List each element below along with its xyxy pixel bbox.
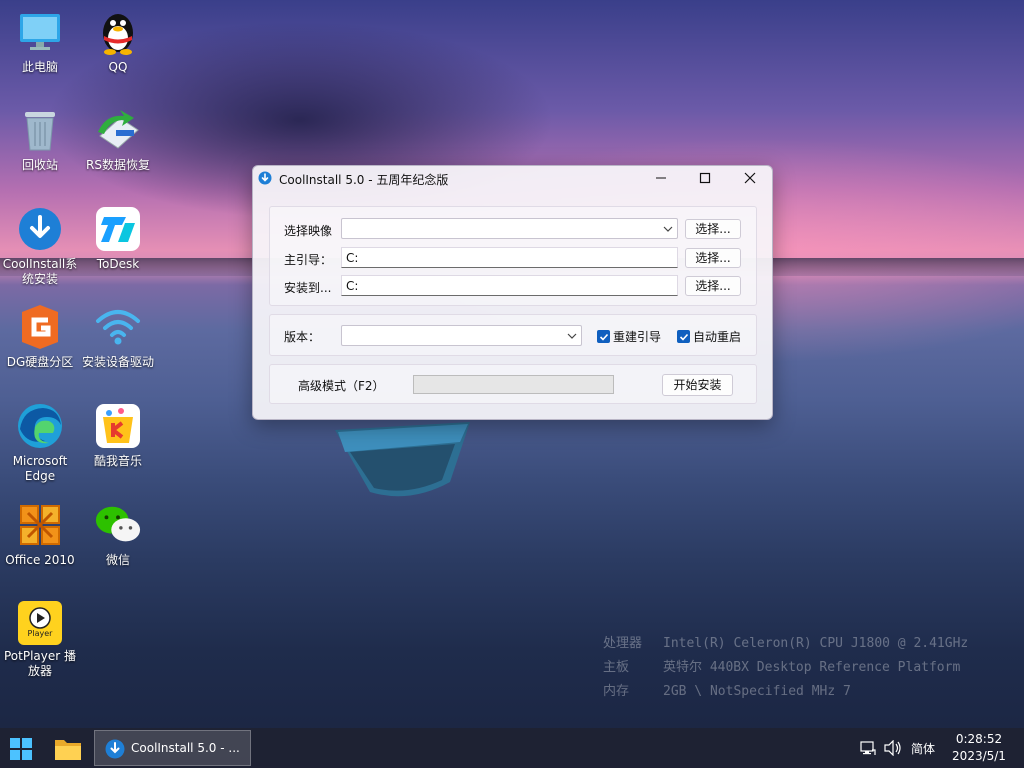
taskbar-coolinstall-button[interactable]: CoolInstall 5.0 - ... [94, 730, 251, 766]
edition-select[interactable] [341, 325, 582, 346]
desktop-icon-label: PotPlayer 播放器 [3, 649, 76, 678]
qq-penguin-icon [94, 8, 142, 56]
desktop-icon-label: DG硬盘分区 [6, 355, 74, 369]
network-icon[interactable] [860, 740, 876, 756]
auto-restart-label[interactable]: 自动重启 [693, 328, 741, 345]
sysinfo-memory-row: 内存 2GB \ NotSpecified MHz 7 [603, 684, 851, 699]
desktop-icon-label: RS数据恢复 [86, 158, 150, 172]
office-icon [16, 501, 64, 549]
desktop-icon-dg-partition[interactable]: DG硬盘分区 [0, 303, 80, 370]
sysinfo-cpu-row: 处理器 Intel(R) Celeron(R) CPU J1800 @ 2.41G… [603, 636, 969, 651]
desktop-icon-rs-recovery[interactable]: RS数据恢复 [78, 106, 158, 173]
desktop-icon-label: ToDesk [96, 257, 140, 271]
install-target-field[interactable]: C: [341, 275, 678, 296]
edition-label: 版本： [284, 330, 321, 344]
desktop-icon-kuwo-music[interactable]: 酷我音乐 [78, 402, 158, 469]
image-label: 选择映像 [284, 224, 333, 238]
edge-browser-icon [16, 402, 64, 450]
volume-icon[interactable] [884, 740, 902, 756]
desktop-icon-qq[interactable]: QQ [78, 8, 158, 75]
wechat-icon [94, 501, 142, 549]
desktop-icon-label: QQ [108, 60, 128, 74]
checkmark-icon [599, 333, 608, 341]
source-target-group: 选择映像 选择... 主引导： C: 选择... 安装到... C: 选择... [269, 206, 757, 306]
chevron-down-icon [663, 226, 673, 232]
windows-start-icon[interactable] [10, 738, 32, 760]
download-arrow-icon [105, 739, 125, 759]
desktop-icon-recycle-bin[interactable]: 回收站 [0, 106, 80, 173]
checkmark-icon [679, 333, 688, 341]
close-icon [744, 172, 756, 184]
rs-recovery-icon [94, 106, 142, 154]
window-titlebar[interactable]: CoolInstall 5.0 - 五周年纪念版 [253, 166, 772, 190]
minimize-icon [656, 177, 666, 179]
potplayer-badge: Player [27, 629, 53, 638]
desktop-icon-edge[interactable]: Microsoft Edge [0, 402, 80, 484]
desktop-icon-label: 酷我音乐 [93, 454, 142, 468]
wallpaper-boat [335, 422, 470, 497]
desktop-icon-office-2010[interactable]: Office 2010 [0, 501, 80, 568]
sysinfo-board-row: 主板 英特尔 440BX Desktop Reference Platform [603, 660, 961, 675]
browse-boot-button[interactable]: 选择... [685, 248, 741, 268]
boot-label: 主引导： [284, 253, 333, 267]
coolinstall-window: CoolInstall 5.0 - 五周年纪念版 选择映像 选择... 主引导：… [252, 165, 773, 420]
close-button[interactable] [728, 166, 772, 190]
auto-restart-checkbox[interactable] [677, 330, 690, 343]
advanced-mode-label[interactable]: 高级模式（F2） [298, 377, 385, 394]
minimize-button[interactable] [639, 166, 683, 190]
potplayer-icon: Player [18, 601, 62, 645]
boot-partition-field[interactable]: C: [341, 247, 678, 268]
rebuild-boot-checkbox[interactable] [597, 330, 610, 343]
maximize-button[interactable] [683, 166, 727, 190]
start-install-button[interactable]: 开始安装 [662, 374, 733, 396]
todesk-icon [94, 205, 142, 253]
edition-options-group: 版本： 重建引导 自动重启 [269, 314, 757, 356]
install-progress-bar [413, 375, 614, 394]
desktop-icon-potplayer[interactable]: Player PotPlayer 播放器 [0, 601, 80, 679]
dg-partition-icon [16, 303, 64, 351]
taskbar-clock[interactable]: 0:28:52 2023/5/1 [944, 731, 1014, 765]
install-target-label: 安装到... [284, 281, 332, 295]
desktop-icon-driver-install[interactable]: 安装设备驱动 [78, 303, 158, 370]
desktop-icon-label: 回收站 [21, 158, 58, 172]
download-arrow-icon [16, 205, 64, 253]
rebuild-boot-label[interactable]: 重建引导 [613, 328, 661, 345]
monitor-icon [16, 8, 64, 56]
desktop-icon-coolinstall[interactable]: CoolInstall系统安装 [0, 205, 80, 287]
system-info: 处理器 Intel(R) Celeron(R) CPU J1800 @ 2.41G… [603, 632, 1003, 704]
image-select[interactable] [341, 218, 678, 239]
file-explorer-icon[interactable] [54, 736, 82, 762]
browse-image-button[interactable]: 选择... [685, 219, 741, 239]
desktop-icon-todesk[interactable]: ToDesk [78, 205, 158, 272]
browse-target-button[interactable]: 选择... [685, 276, 741, 296]
taskbar: CoolInstall 5.0 - ... 简体 0:28:52 2023/5/… [0, 728, 1024, 768]
install-action-group: 高级模式（F2） 开始安装 [269, 364, 757, 404]
desktop-icon-label: Microsoft Edge [12, 454, 68, 483]
desktop-icon-label: 微信 [105, 553, 130, 567]
desktop-icon-this-pc[interactable]: 此电脑 [0, 8, 80, 75]
coolinstall-app-icon [258, 171, 272, 185]
recycle-bin-icon [16, 106, 64, 154]
chevron-down-icon [567, 333, 577, 339]
desktop-icon-wechat[interactable]: 微信 [78, 501, 158, 568]
desktop-icon-label: Office 2010 [5, 553, 75, 567]
clock-date: 2023/5/1 [952, 749, 1006, 763]
clock-time: 0:28:52 [955, 732, 1003, 746]
input-method-indicator[interactable]: 简体 [911, 740, 935, 757]
desktop-icon-label: 安装设备驱动 [81, 355, 154, 369]
taskbar-app-label: CoolInstall 5.0 - ... [131, 741, 240, 755]
maximize-icon [699, 172, 711, 184]
kuwo-music-icon [94, 402, 142, 450]
desktop-icon-label: 此电脑 [21, 60, 58, 74]
desktop-icon-label: CoolInstall系统安装 [2, 257, 78, 286]
window-title: CoolInstall 5.0 - 五周年纪念版 [279, 173, 449, 187]
wifi-icon [94, 303, 142, 351]
